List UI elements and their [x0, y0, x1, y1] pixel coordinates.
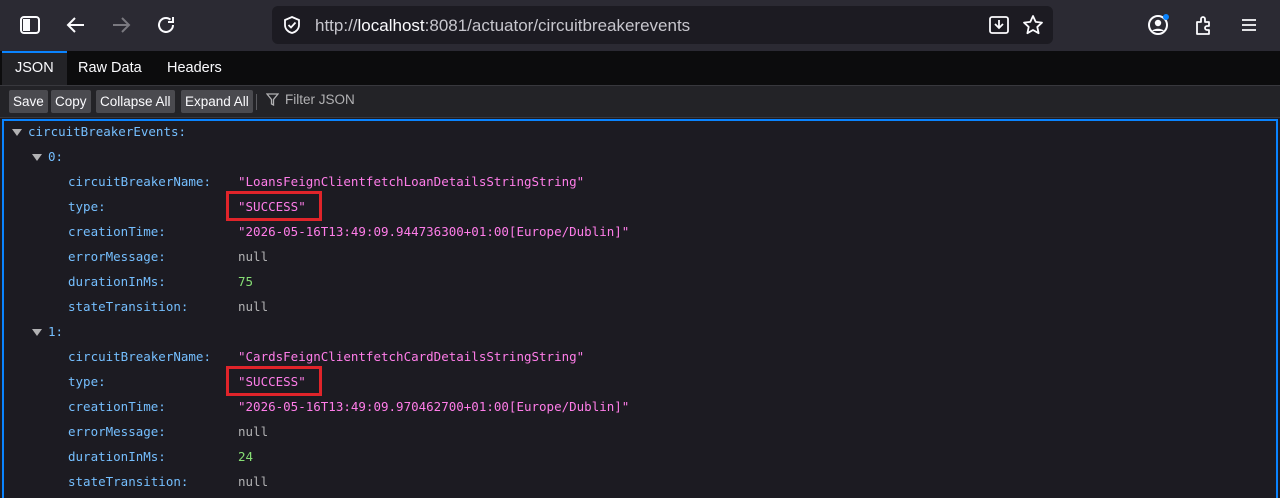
expand-triangle-icon[interactable] [32, 154, 42, 161]
json-field-row[interactable]: durationInMs: 75 [4, 269, 1274, 294]
json-value: 75 [238, 274, 254, 289]
json-key: errorMessage: [68, 249, 166, 264]
expand-all-button[interactable]: Expand All [181, 90, 253, 113]
menu-icon[interactable] [1233, 9, 1265, 41]
json-root-row[interactable]: circuitBreakerEvents: [12, 121, 187, 144]
expand-triangle-icon[interactable] [12, 129, 22, 136]
back-icon[interactable] [60, 9, 92, 41]
json-value: null [238, 249, 269, 264]
download-icon[interactable] [988, 15, 1010, 40]
save-button[interactable]: Save [9, 90, 48, 113]
expand-triangle-icon[interactable] [32, 329, 42, 336]
filter-placeholder: Filter JSON [285, 92, 355, 107]
json-field-row[interactable]: creationTime: "2026-05-16T13:49:09.970462… [4, 394, 1274, 419]
viewer-tabs: JSON Raw Data Headers [0, 51, 1280, 86]
account-icon[interactable] [1143, 9, 1175, 41]
json-key: errorMessage: [68, 424, 166, 439]
reload-icon[interactable] [150, 9, 182, 41]
shield-icon[interactable] [282, 15, 302, 40]
json-key: durationInMs: [68, 274, 166, 289]
json-key: 0: [48, 149, 64, 164]
json-field-row[interactable]: type: "SUCCESS" [4, 366, 1274, 396]
collapse-all-button[interactable]: Collapse All [96, 90, 175, 113]
json-key: circuitBreakerName: [68, 174, 211, 189]
viewer-button-bar: Save Copy Collapse All Expand All Filter… [0, 86, 1280, 118]
url-bar[interactable]: http://localhost:8081/actuator/circuitbr… [272, 6, 1053, 44]
json-key: type: [68, 199, 106, 214]
json-key: stateTransition: [68, 474, 189, 489]
json-value: null [238, 424, 269, 439]
json-field-row[interactable]: circuitBreakerName: "LoansFeignClientfetc… [4, 169, 1274, 194]
tab-json[interactable]: JSON [2, 51, 67, 85]
json-key: circuitBreakerName: [68, 349, 211, 364]
sidebar-toggle-icon[interactable] [14, 9, 46, 41]
json-field-row[interactable]: durationInMs: 24 [4, 444, 1274, 469]
bookmark-star-icon[interactable] [1022, 14, 1044, 41]
json-key: 1: [48, 324, 64, 339]
json-key: durationInMs: [68, 449, 166, 464]
json-array-index-row[interactable]: 1: [32, 319, 63, 344]
copy-button[interactable]: Copy [51, 90, 91, 113]
extensions-icon[interactable] [1188, 9, 1220, 41]
json-field-row[interactable]: type: "SUCCESS" [4, 191, 1274, 221]
json-field-row[interactable]: errorMessage: null [4, 244, 1274, 269]
json-field-row[interactable]: errorMessage: null [4, 419, 1274, 444]
tab-raw-data[interactable]: Raw Data [65, 51, 155, 85]
json-field-row[interactable]: stateTransition: null [4, 294, 1274, 319]
highlight-box [226, 191, 322, 221]
json-key: creationTime: [68, 399, 166, 414]
json-value: null [238, 299, 269, 314]
json-value: "2026-05-16T13:49:09.970462700+01:00[Eur… [238, 399, 630, 414]
json-value: 24 [238, 449, 254, 464]
json-tree-panel[interactable]: circuitBreakerEvents: 0: circuitBreakerNam… [2, 119, 1278, 498]
json-key: stateTransition: [68, 299, 189, 314]
filter-json-input[interactable]: Filter JSON [266, 92, 355, 107]
json-field-row[interactable]: creationTime: "2026-05-16T13:49:09.944736… [4, 219, 1274, 244]
json-value: null [238, 474, 269, 489]
json-key: circuitBreakerEvents: [28, 124, 187, 139]
json-value: "2026-05-16T13:49:09.944736300+01:00[Eur… [238, 224, 630, 239]
url-text[interactable]: http://localhost:8081/actuator/circuitbr… [315, 16, 690, 36]
json-array-index-row[interactable]: 0: [32, 144, 63, 169]
json-field-row[interactable]: circuitBreakerName: "CardsFeignClientfetc… [4, 344, 1274, 369]
json-field-row[interactable]: stateTransition: null [4, 469, 1274, 494]
highlight-box [226, 366, 322, 396]
divider [256, 94, 257, 110]
json-key: type: [68, 374, 106, 389]
forward-icon[interactable] [105, 9, 137, 41]
browser-toolbar: http://localhost:8081/actuator/circuitbr… [0, 0, 1280, 51]
filter-icon [266, 93, 279, 106]
tab-headers[interactable]: Headers [154, 51, 235, 85]
json-key: creationTime: [68, 224, 166, 239]
